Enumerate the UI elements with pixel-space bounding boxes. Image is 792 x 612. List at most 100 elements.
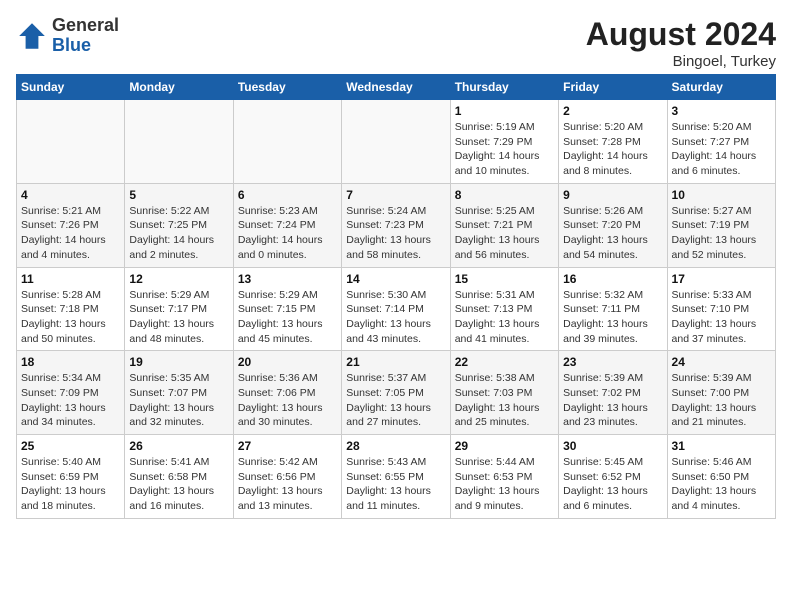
calendar-week-row: 4Sunrise: 5:21 AMSunset: 7:26 PMDaylight…	[17, 183, 776, 267]
calendar-cell: 26 Sunrise: 5:41 AMSunset: 6:58 PMDayligh…	[125, 435, 233, 519]
calendar-cell: 5 Sunrise: 5:22 AMSunset: 7:25 PMDaylight…	[125, 183, 233, 267]
calendar-cell: 14Sunrise: 5:30 AMSunset: 7:14 PMDayligh…	[342, 267, 450, 351]
calendar-cell: 28 Sunrise: 5:43 AMSunset: 6:55 PMDayligh…	[342, 435, 450, 519]
day-info: Sunrise: 5:20 AMSunset: 7:27 PMDaylight:…	[672, 120, 771, 179]
day-number: 3	[672, 104, 771, 118]
day-number: 24	[672, 355, 771, 369]
logo-general: General	[52, 16, 119, 36]
month-title: August 2024	[586, 16, 776, 53]
day-number: 10	[672, 188, 771, 202]
calendar-week-row: 11 Sunrise: 5:28 AMSunset: 7:18 PMDayligh…	[17, 267, 776, 351]
calendar-cell: 11 Sunrise: 5:28 AMSunset: 7:18 PMDayligh…	[17, 267, 125, 351]
day-info: Sunrise: 5:27 AMSunset: 7:19 PMDaylight:…	[672, 204, 771, 263]
day-number: 16	[563, 272, 662, 286]
calendar-cell: 8 Sunrise: 5:25 AMSunset: 7:21 PMDaylight…	[450, 183, 558, 267]
day-number: 6	[238, 188, 337, 202]
day-info: Sunrise: 5:26 AMSunset: 7:20 PMDaylight:…	[563, 204, 662, 263]
day-number: 12	[129, 272, 228, 286]
day-number: 30	[563, 439, 662, 453]
calendar-cell: 2Sunrise: 5:20 AMSunset: 7:28 PMDaylight…	[559, 100, 667, 184]
day-info: Sunrise: 5:24 AMSunset: 7:23 PMDaylight:…	[346, 204, 445, 263]
day-info: Sunrise: 5:45 AMSunset: 6:52 PMDaylight:…	[563, 455, 662, 514]
calendar-cell: 18Sunrise: 5:34 AMSunset: 7:09 PMDayligh…	[17, 351, 125, 435]
calendar-cell: 7 Sunrise: 5:24 AMSunset: 7:23 PMDaylight…	[342, 183, 450, 267]
day-number: 20	[238, 355, 337, 369]
calendar-cell: 6Sunrise: 5:23 AMSunset: 7:24 PMDaylight…	[233, 183, 341, 267]
page-header: General Blue August 2024 Bingoel, Turkey	[16, 16, 776, 70]
calendar-week-row: 25Sunrise: 5:40 AMSunset: 6:59 PMDayligh…	[17, 435, 776, 519]
day-info: Sunrise: 5:40 AMSunset: 6:59 PMDaylight:…	[21, 455, 120, 514]
calendar-cell: 22 Sunrise: 5:38 AMSunset: 7:03 PMDayligh…	[450, 351, 558, 435]
calendar-cell: 15Sunrise: 5:31 AMSunset: 7:13 PMDayligh…	[450, 267, 558, 351]
day-number: 19	[129, 355, 228, 369]
day-number: 26	[129, 439, 228, 453]
day-info: Sunrise: 5:32 AMSunset: 7:11 PMDaylight:…	[563, 288, 662, 347]
day-info: Sunrise: 5:44 AMSunset: 6:53 PMDaylight:…	[455, 455, 554, 514]
day-number: 27	[238, 439, 337, 453]
calendar-cell: 16 Sunrise: 5:32 AMSunset: 7:11 PMDayligh…	[559, 267, 667, 351]
day-info: Sunrise: 5:39 AMSunset: 7:02 PMDaylight:…	[563, 371, 662, 430]
calendar-cell: 4Sunrise: 5:21 AMSunset: 7:26 PMDaylight…	[17, 183, 125, 267]
day-of-week-header: Tuesday	[233, 75, 341, 100]
title-block: August 2024 Bingoel, Turkey	[586, 16, 776, 70]
calendar-cell: 25Sunrise: 5:40 AMSunset: 6:59 PMDayligh…	[17, 435, 125, 519]
calendar-cell: 29 Sunrise: 5:44 AMSunset: 6:53 PMDayligh…	[450, 435, 558, 519]
logo-blue: Blue	[52, 36, 119, 56]
day-of-week-header: Thursday	[450, 75, 558, 100]
day-info: Sunrise: 5:35 AMSunset: 7:07 PMDaylight:…	[129, 371, 228, 430]
calendar-cell: 9 Sunrise: 5:26 AMSunset: 7:20 PMDaylight…	[559, 183, 667, 267]
day-number: 22	[455, 355, 554, 369]
calendar-cell: 3 Sunrise: 5:20 AMSunset: 7:27 PMDaylight…	[667, 100, 775, 184]
day-number: 23	[563, 355, 662, 369]
calendar-table: SundayMondayTuesdayWednesdayThursdayFrid…	[16, 74, 776, 519]
day-info: Sunrise: 5:37 AMSunset: 7:05 PMDaylight:…	[346, 371, 445, 430]
calendar-cell	[342, 100, 450, 184]
day-number: 8	[455, 188, 554, 202]
calendar-cell	[17, 100, 125, 184]
day-number: 2	[563, 104, 662, 118]
day-info: Sunrise: 5:38 AMSunset: 7:03 PMDaylight:…	[455, 371, 554, 430]
calendar-cell: 13Sunrise: 5:29 AMSunset: 7:15 PMDayligh…	[233, 267, 341, 351]
logo: General Blue	[16, 16, 119, 56]
day-info: Sunrise: 5:28 AMSunset: 7:18 PMDaylight:…	[21, 288, 120, 347]
calendar-cell: 23 Sunrise: 5:39 AMSunset: 7:02 PMDayligh…	[559, 351, 667, 435]
day-number: 1	[455, 104, 554, 118]
calendar-cell: 17Sunrise: 5:33 AMSunset: 7:10 PMDayligh…	[667, 267, 775, 351]
day-number: 7	[346, 188, 445, 202]
day-info: Sunrise: 5:29 AMSunset: 7:15 PMDaylight:…	[238, 288, 337, 347]
calendar-cell	[233, 100, 341, 184]
calendar-cell: 10 Sunrise: 5:27 AMSunset: 7:19 PMDayligh…	[667, 183, 775, 267]
location: Bingoel, Turkey	[586, 53, 776, 70]
day-info: Sunrise: 5:29 AMSunset: 7:17 PMDaylight:…	[129, 288, 228, 347]
day-number: 11	[21, 272, 120, 286]
calendar-cell: 1Sunrise: 5:19 AMSunset: 7:29 PMDaylight…	[450, 100, 558, 184]
calendar-cell	[125, 100, 233, 184]
calendar-week-row: 18Sunrise: 5:34 AMSunset: 7:09 PMDayligh…	[17, 351, 776, 435]
day-number: 4	[21, 188, 120, 202]
calendar-cell: 20Sunrise: 5:36 AMSunset: 7:06 PMDayligh…	[233, 351, 341, 435]
day-info: Sunrise: 5:22 AMSunset: 7:25 PMDaylight:…	[129, 204, 228, 263]
calendar-cell: 27Sunrise: 5:42 AMSunset: 6:56 PMDayligh…	[233, 435, 341, 519]
day-number: 29	[455, 439, 554, 453]
day-of-week-header: Friday	[559, 75, 667, 100]
calendar-cell: 12 Sunrise: 5:29 AMSunset: 7:17 PMDayligh…	[125, 267, 233, 351]
day-info: Sunrise: 5:41 AMSunset: 6:58 PMDaylight:…	[129, 455, 228, 514]
day-of-week-header: Saturday	[667, 75, 775, 100]
calendar-cell: 24 Sunrise: 5:39 AMSunset: 7:00 PMDayligh…	[667, 351, 775, 435]
day-number: 31	[672, 439, 771, 453]
day-info: Sunrise: 5:43 AMSunset: 6:55 PMDaylight:…	[346, 455, 445, 514]
day-info: Sunrise: 5:46 AMSunset: 6:50 PMDaylight:…	[672, 455, 771, 514]
day-info: Sunrise: 5:25 AMSunset: 7:21 PMDaylight:…	[455, 204, 554, 263]
day-number: 5	[129, 188, 228, 202]
day-number: 21	[346, 355, 445, 369]
day-number: 28	[346, 439, 445, 453]
day-info: Sunrise: 5:31 AMSunset: 7:13 PMDaylight:…	[455, 288, 554, 347]
calendar-cell: 30 Sunrise: 5:45 AMSunset: 6:52 PMDayligh…	[559, 435, 667, 519]
day-number: 17	[672, 272, 771, 286]
day-info: Sunrise: 5:39 AMSunset: 7:00 PMDaylight:…	[672, 371, 771, 430]
calendar-cell: 19 Sunrise: 5:35 AMSunset: 7:07 PMDayligh…	[125, 351, 233, 435]
calendar-header-row: SundayMondayTuesdayWednesdayThursdayFrid…	[17, 75, 776, 100]
day-number: 9	[563, 188, 662, 202]
logo-text: General Blue	[52, 16, 119, 56]
logo-icon	[16, 20, 48, 52]
